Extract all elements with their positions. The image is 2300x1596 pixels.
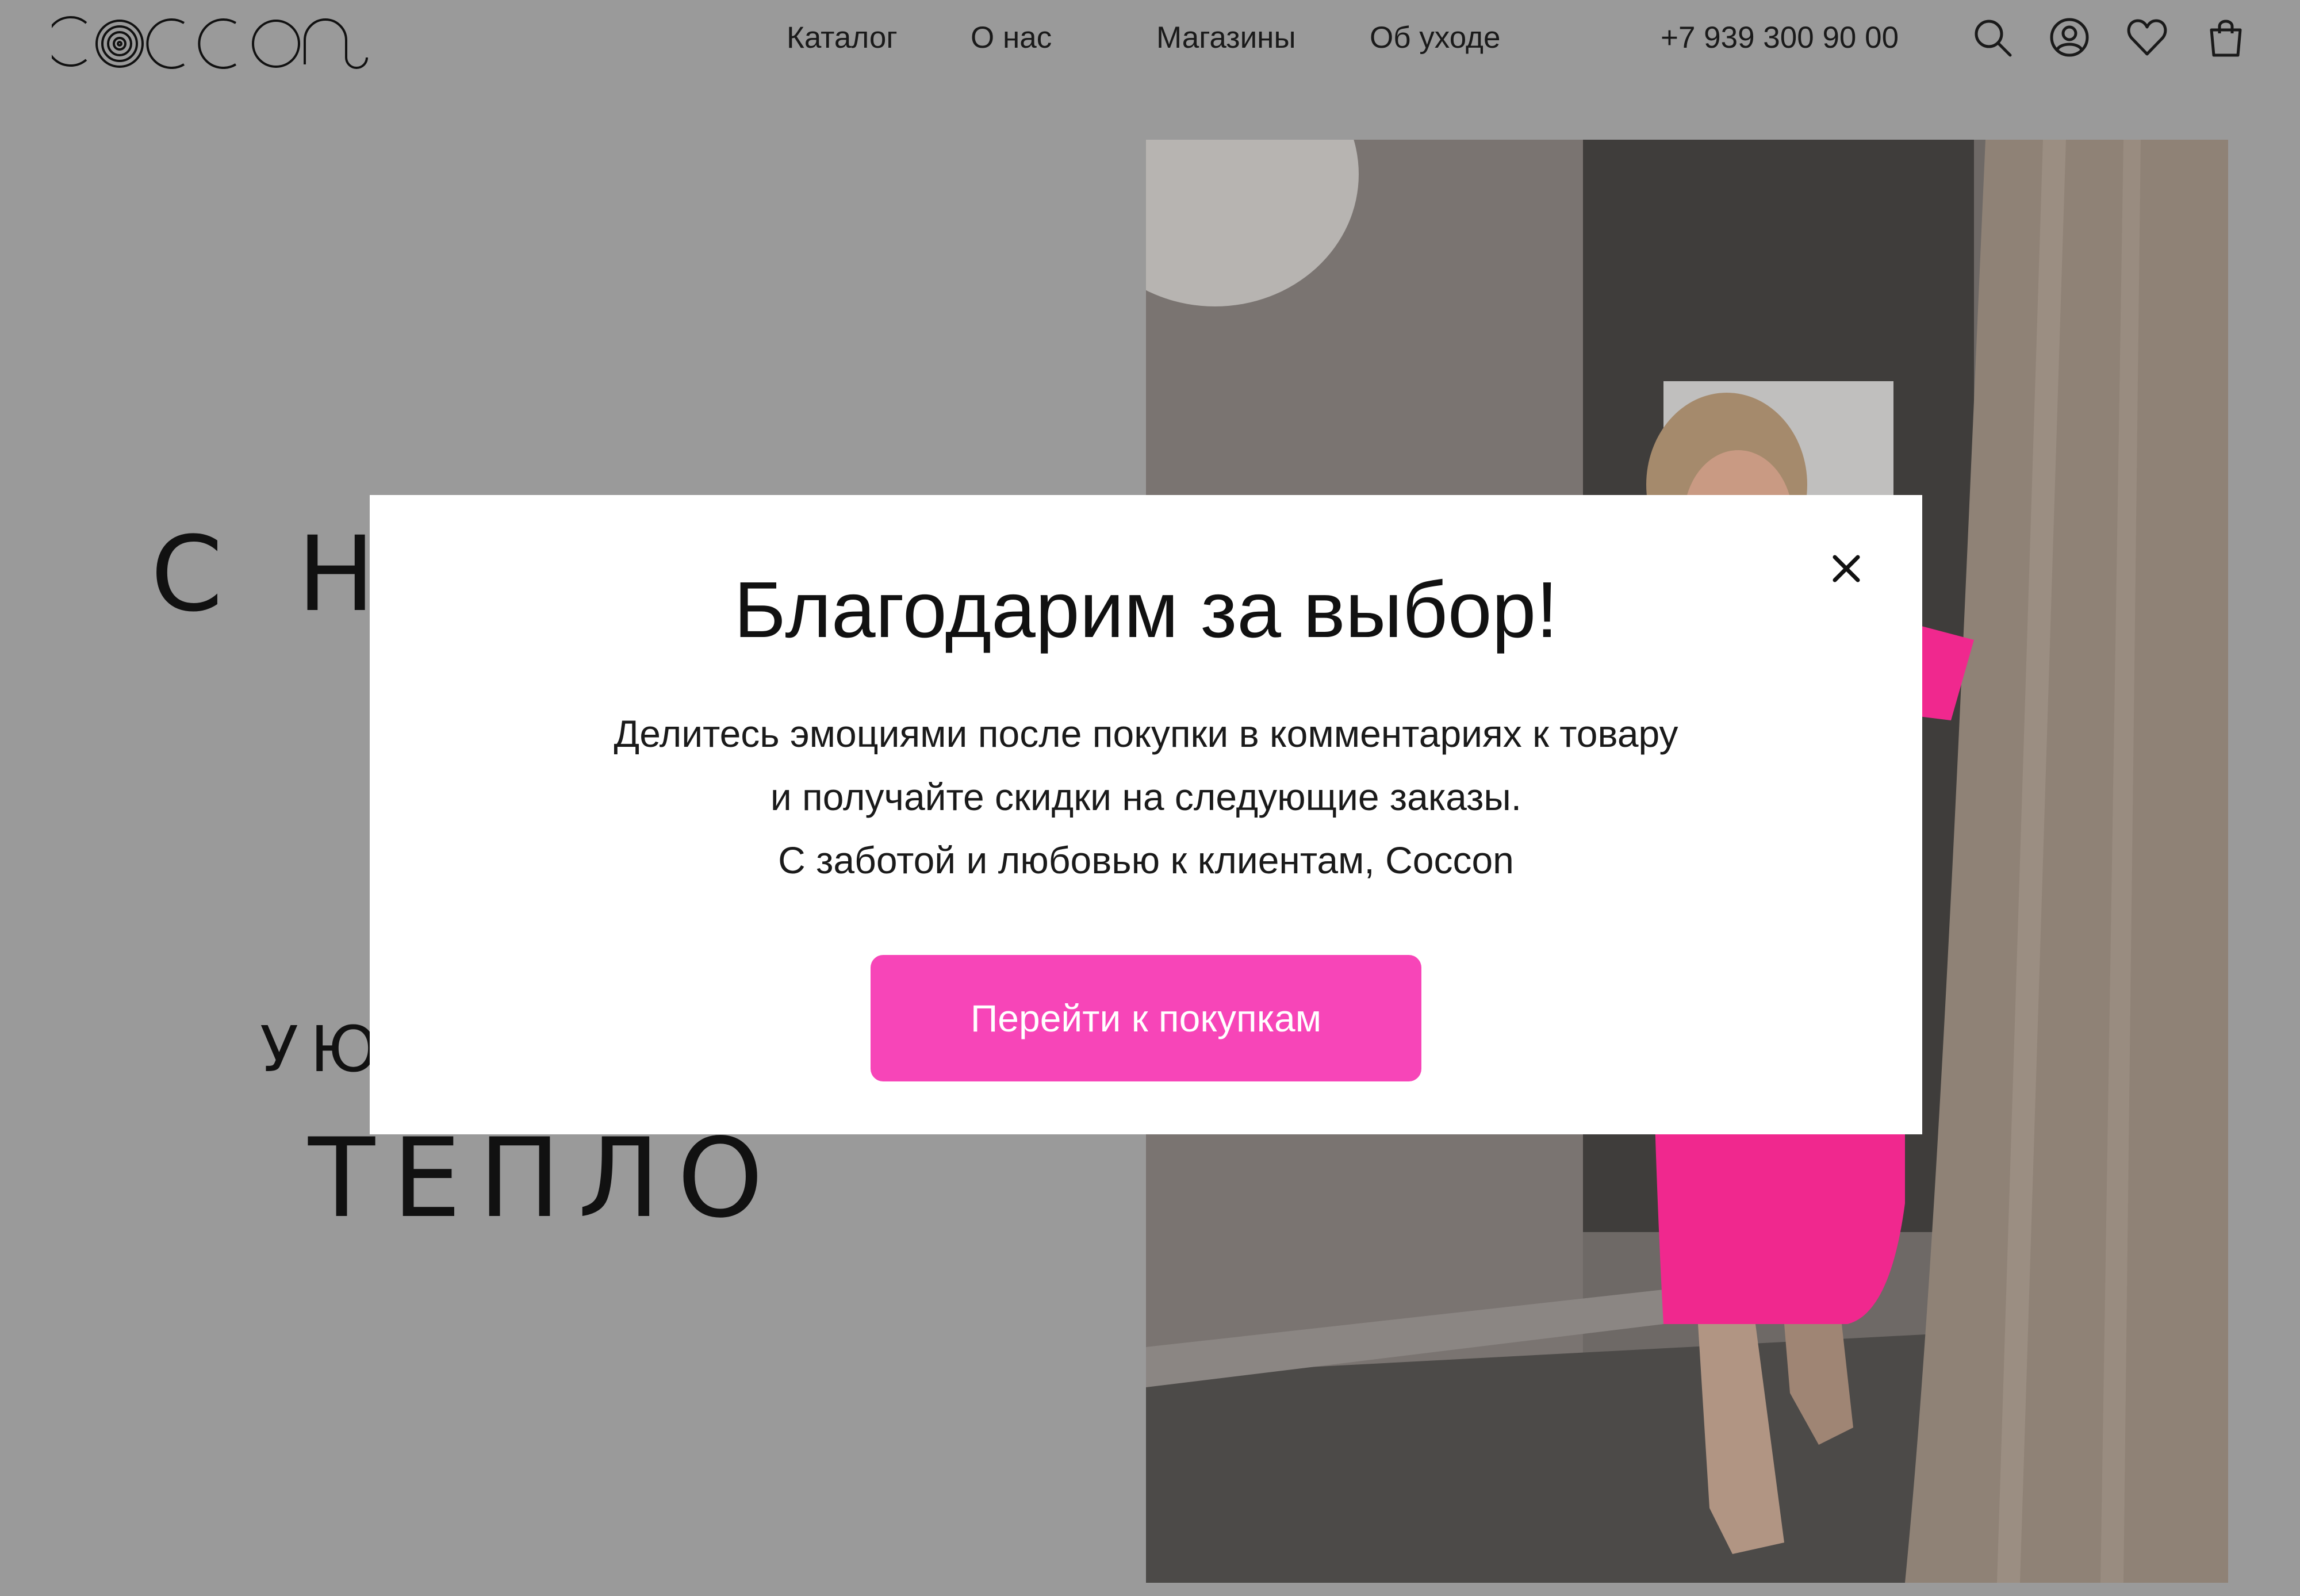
modal-text-line1: Делитесь эмоциями после покупки в коммен… [614,712,1678,755]
modal-title: Благодарим за выбор! [734,566,1558,654]
nav-care[interactable]: Об уходе [1370,16,1500,59]
thank-you-modal: Благодарим за выбор! Делитесь эмоциями п… [370,495,1922,1134]
modal-text-line2: и получайте скидки на следующие заказы. [770,776,1522,818]
go-shopping-button[interactable]: Перейти к покупкам [871,955,1421,1081]
phone-number[interactable]: +7 939 300 90 00 [1661,16,1899,59]
site-header: Каталог О нас Магазины Об уходе +7 939 3… [0,0,2300,86]
heart-icon[interactable] [2126,16,2168,59]
modal-text-line3: С заботой и любовью к клиентам, Coccon [778,839,1514,881]
nav-catalog[interactable]: Каталог [787,16,898,59]
account-icon[interactable] [2048,16,2091,59]
bag-icon[interactable] [2205,16,2247,59]
hero-heading-line3: ТЕПЛО [308,1115,781,1242]
nav-stores[interactable]: Магазины [1156,16,1296,59]
search-icon[interactable] [1971,16,2014,59]
coccon-logo[interactable] [45,11,374,69]
nav-about[interactable]: О нас [971,16,1052,59]
